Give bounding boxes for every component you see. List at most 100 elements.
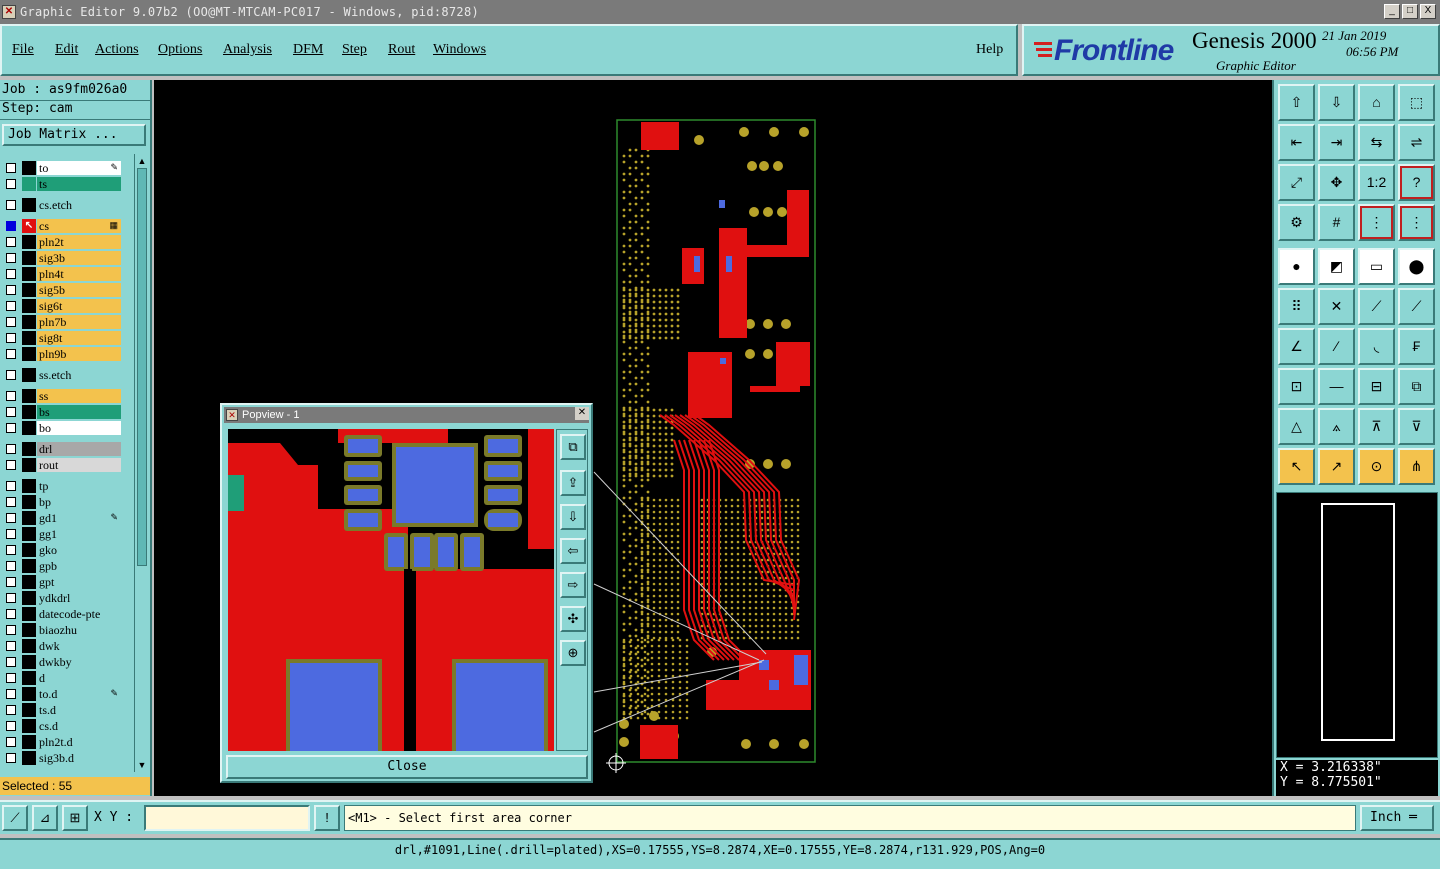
- layer-checkbox[interactable]: [6, 460, 16, 470]
- layer-row-bp[interactable]: bp: [2, 494, 122, 510]
- menu-step[interactable]: Step: [342, 42, 367, 58]
- layer-display-swatch[interactable]: [22, 235, 36, 249]
- layer-checkbox[interactable]: [6, 689, 16, 699]
- layer-row-bo[interactable]: bo: [2, 420, 122, 436]
- layer-display-swatch[interactable]: [22, 161, 36, 175]
- layer-display-swatch[interactable]: [22, 267, 36, 281]
- xy-input[interactable]: [144, 805, 310, 831]
- layer-display-swatch[interactable]: [22, 458, 36, 472]
- layer-row-pln4t[interactable]: pln4t: [2, 266, 122, 282]
- layer-checkbox[interactable]: [6, 641, 16, 651]
- select-circle-icon[interactable]: ⊙: [1358, 448, 1395, 485]
- layer-display-swatch[interactable]: [22, 479, 36, 493]
- popview-pan-up-icon[interactable]: ⇪: [560, 470, 586, 496]
- zoom-1-2-icon[interactable]: 1:2: [1358, 164, 1395, 201]
- menu-dfm[interactable]: DFM: [293, 42, 323, 58]
- layer-name[interactable]: drl: [37, 442, 121, 456]
- layer-display-swatch[interactable]: [22, 331, 36, 345]
- layer-row-gko[interactable]: gko: [2, 542, 122, 558]
- pan-right-icon[interactable]: ⇥: [1318, 124, 1355, 161]
- layer-row-cs[interactable]: ↖ cs ▦: [2, 218, 122, 234]
- layer-name[interactable]: gko: [37, 543, 121, 557]
- layer-checkbox[interactable]: [6, 657, 16, 667]
- layer-checkbox[interactable]: [6, 407, 16, 417]
- popview-zoom-window-icon[interactable]: ⧉: [560, 434, 586, 460]
- layer-display-swatch[interactable]: [22, 735, 36, 749]
- layer-display-swatch[interactable]: [22, 527, 36, 541]
- route-alt-icon[interactable]: ⋮: [1398, 204, 1435, 241]
- layer-row-gg1[interactable]: gg1: [2, 526, 122, 542]
- layer-checkbox[interactable]: [6, 370, 16, 380]
- pad-add-icon[interactable]: ●: [1278, 248, 1315, 285]
- layer-display-swatch[interactable]: [22, 671, 36, 685]
- layer-checkbox[interactable]: [6, 179, 16, 189]
- layer-name[interactable]: pln7b: [37, 315, 121, 329]
- layer-checkbox[interactable]: [6, 285, 16, 295]
- layer-display-swatch[interactable]: [22, 198, 36, 212]
- layer-name[interactable]: bp: [37, 495, 121, 509]
- triangle-icon[interactable]: △: [1278, 408, 1315, 445]
- layer-name[interactable]: bo: [37, 421, 121, 435]
- layer-name[interactable]: ss: [37, 389, 121, 403]
- zoom-box-icon[interactable]: ⬚: [1398, 84, 1435, 121]
- layer-checkbox[interactable]: [6, 221, 16, 231]
- layer-checkbox[interactable]: [6, 545, 16, 555]
- layer-row-d[interactable]: d: [2, 670, 122, 686]
- layer-row-tp[interactable]: tp: [2, 478, 122, 494]
- layer-row-dwk[interactable]: dwk: [2, 638, 122, 654]
- scroll-up-icon[interactable]: ▲: [136, 155, 148, 167]
- layer-display-swatch[interactable]: [22, 511, 36, 525]
- layer-display-swatch[interactable]: [22, 347, 36, 361]
- layer-row-rout[interactable]: rout: [2, 457, 122, 473]
- layer-row-dwkby[interactable]: dwkby: [2, 654, 122, 670]
- layer-row-datecode-pte[interactable]: datecode-pte: [2, 606, 122, 622]
- layer-row-cs.d[interactable]: cs.d: [2, 718, 122, 734]
- layer-row-drl[interactable]: drl: [2, 441, 122, 457]
- menu-help[interactable]: Help: [976, 42, 1003, 58]
- layer-row-sig6t[interactable]: sig6t: [2, 298, 122, 314]
- window-title-bar[interactable]: ✕ Graphic Editor 9.07b2 (OO@MT-MTCAM-PC0…: [0, 0, 1440, 24]
- layer-display-swatch[interactable]: [22, 559, 36, 573]
- layer-row-bs[interactable]: bs: [2, 404, 122, 420]
- layer-checkbox[interactable]: [6, 301, 16, 311]
- layer-row-gpt[interactable]: gpt: [2, 574, 122, 590]
- grid-icon[interactable]: #: [1318, 204, 1355, 241]
- layer-row-sig3b.d[interactable]: sig3b.d: [2, 750, 122, 766]
- grid-snap-icon[interactable]: ⊞: [62, 805, 88, 831]
- layer-name[interactable]: cs.etch: [37, 198, 121, 212]
- layer-name[interactable]: sig6t: [37, 299, 121, 313]
- layer-name[interactable]: to.d: [37, 687, 121, 701]
- arc-node-icon[interactable]: ⟋: [1398, 288, 1435, 325]
- layer-checkbox[interactable]: [6, 673, 16, 683]
- layer-row-gd1[interactable]: gd1 ✎: [2, 510, 122, 526]
- layer-checkbox[interactable]: [6, 561, 16, 571]
- layer-checkbox[interactable]: [6, 333, 16, 343]
- layer-display-swatch[interactable]: [22, 719, 36, 733]
- layer-checkbox[interactable]: [6, 593, 16, 603]
- menu-edit[interactable]: Edit: [55, 42, 78, 58]
- triangle-up-icon[interactable]: ⟑: [1318, 408, 1355, 445]
- layer-checkbox[interactable]: [6, 200, 16, 210]
- layer-display-swatch[interactable]: [22, 703, 36, 717]
- move-node-icon[interactable]: ⊡: [1278, 368, 1315, 405]
- layer-checkbox[interactable]: [6, 529, 16, 539]
- layer-checkbox[interactable]: [6, 269, 16, 279]
- select-icon[interactable]: ↖: [1278, 448, 1315, 485]
- layer-display-swatch[interactable]: [22, 389, 36, 403]
- layer-row-ss.etch[interactable]: ss.etch: [2, 367, 122, 383]
- layer-checkbox[interactable]: [6, 481, 16, 491]
- layer-checkbox[interactable]: [6, 237, 16, 247]
- layer-display-swatch[interactable]: [22, 495, 36, 509]
- layer-checkbox[interactable]: [6, 513, 16, 523]
- layer-display-swatch[interactable]: [22, 421, 36, 435]
- popview-pan-down-icon[interactable]: ⇩: [560, 504, 586, 530]
- ruler-icon[interactable]: ▭: [1358, 248, 1395, 285]
- layer-row-sig3b[interactable]: sig3b: [2, 250, 122, 266]
- units-selector[interactable]: Inch ═: [1360, 805, 1434, 831]
- layer-display-swatch[interactable]: [22, 368, 36, 382]
- layer-checkbox[interactable]: [6, 609, 16, 619]
- flip-icon[interactable]: ⇌: [1398, 124, 1435, 161]
- zoom-fit-icon[interactable]: ⤢: [1278, 164, 1315, 201]
- menu-analysis[interactable]: Analysis: [223, 42, 272, 58]
- measure-icon[interactable]: ⊟: [1358, 368, 1395, 405]
